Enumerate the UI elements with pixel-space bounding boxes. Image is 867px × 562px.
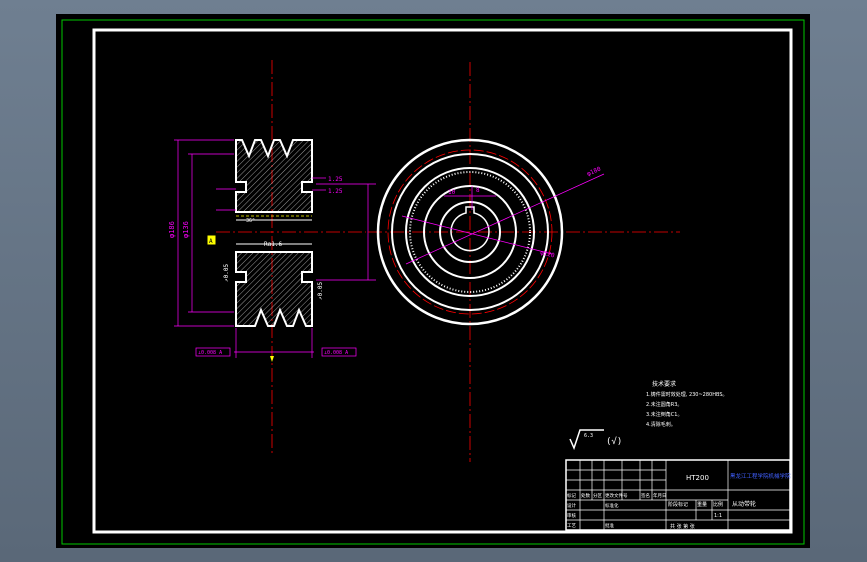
- title-standard-label: 标准化: [605, 502, 619, 509]
- title-row-label: 处数: [581, 492, 590, 499]
- technical-requirements: 技术要求 1.铸件需时效处理, 230~280HBS。 2.未注圆角R3。 3.…: [646, 380, 728, 428]
- title-part-name: 从动带轮: [732, 500, 756, 508]
- title-check-label: 审核: [567, 512, 576, 519]
- title-row-label: 分区: [593, 492, 602, 499]
- dim-groove-angle: 36°: [246, 218, 255, 224]
- cad-viewport[interactable]: φ186 φ136 1.25 1.25 Ra1.6 36° ↗0.05 ↗0.0…: [56, 14, 810, 548]
- front-dimension-lines: [401, 173, 605, 265]
- tech-req-item: 4.清除毛刺。: [646, 421, 676, 428]
- dim-outer-diameter: φ186: [168, 221, 176, 238]
- dim-inner-diameter: φ136: [182, 221, 190, 238]
- runout-left: ↗0.05: [223, 264, 230, 282]
- dim-surface-note: 1.25: [328, 176, 343, 183]
- title-design-label: 设计: [567, 502, 576, 509]
- tolerance-text-left: ⊥0.008 A: [198, 350, 222, 356]
- drawing-border: [92, 28, 793, 534]
- title-school: 黑龙江工程学院机械学院: [730, 472, 791, 480]
- roughness-value: 6.3: [584, 433, 593, 439]
- title-stage-label: 阶段标记: [668, 501, 688, 508]
- tech-req-item: 2.未注圆角R3。: [646, 401, 682, 408]
- tech-req-title: 技术要求: [652, 380, 676, 388]
- tech-req-item: 1.铸件需时效处理, 230~280HBS。: [646, 391, 728, 398]
- center-mark: [270, 356, 274, 362]
- lower-rim-section: [235, 251, 313, 327]
- upper-rim-section: [235, 139, 313, 213]
- title-approve-label: 批准: [605, 522, 614, 529]
- cad-drawing: φ186 φ136 1.25 1.25 Ra1.6 36° ↗0.05 ↗0.0…: [61, 19, 805, 545]
- title-process-label: 工艺: [567, 523, 576, 529]
- datum-label: A: [209, 238, 213, 245]
- title-row-label: 签名: [641, 492, 650, 499]
- title-scale: 1:1: [714, 513, 722, 519]
- dim-bore-note: Ra1.6: [264, 241, 282, 248]
- front-view: φ180 φ120 8 10: [368, 62, 680, 462]
- front-dim-bore: 10: [448, 189, 456, 196]
- title-scale-label: 比例: [713, 501, 723, 508]
- title-row-label: 标记: [567, 492, 576, 499]
- front-dim-keyway: 8: [476, 187, 480, 194]
- title-sheet: 共 张 第 张: [670, 523, 695, 530]
- runout-right: ↗0.05: [317, 282, 324, 300]
- title-row-label: 年月日: [653, 492, 667, 499]
- dim-surface-note-2: 1.25: [328, 188, 343, 195]
- tolerance-text-right: ⊥0.008 A: [324, 350, 348, 356]
- outer-green-frame: [61, 19, 805, 545]
- title-row-label: 更改文件号: [605, 492, 628, 499]
- tech-req-item: 3.未注倒角C1。: [646, 411, 682, 418]
- roughness-suffix: (√): [606, 436, 622, 447]
- roughness-symbol: 6.3 (√): [569, 429, 622, 451]
- section-view: φ186 φ136 1.25 1.25 Ra1.6 36° ↗0.05 ↗0.0…: [168, 60, 376, 454]
- title-material: HT200: [686, 474, 709, 482]
- title-weight-label: 重量: [697, 501, 707, 508]
